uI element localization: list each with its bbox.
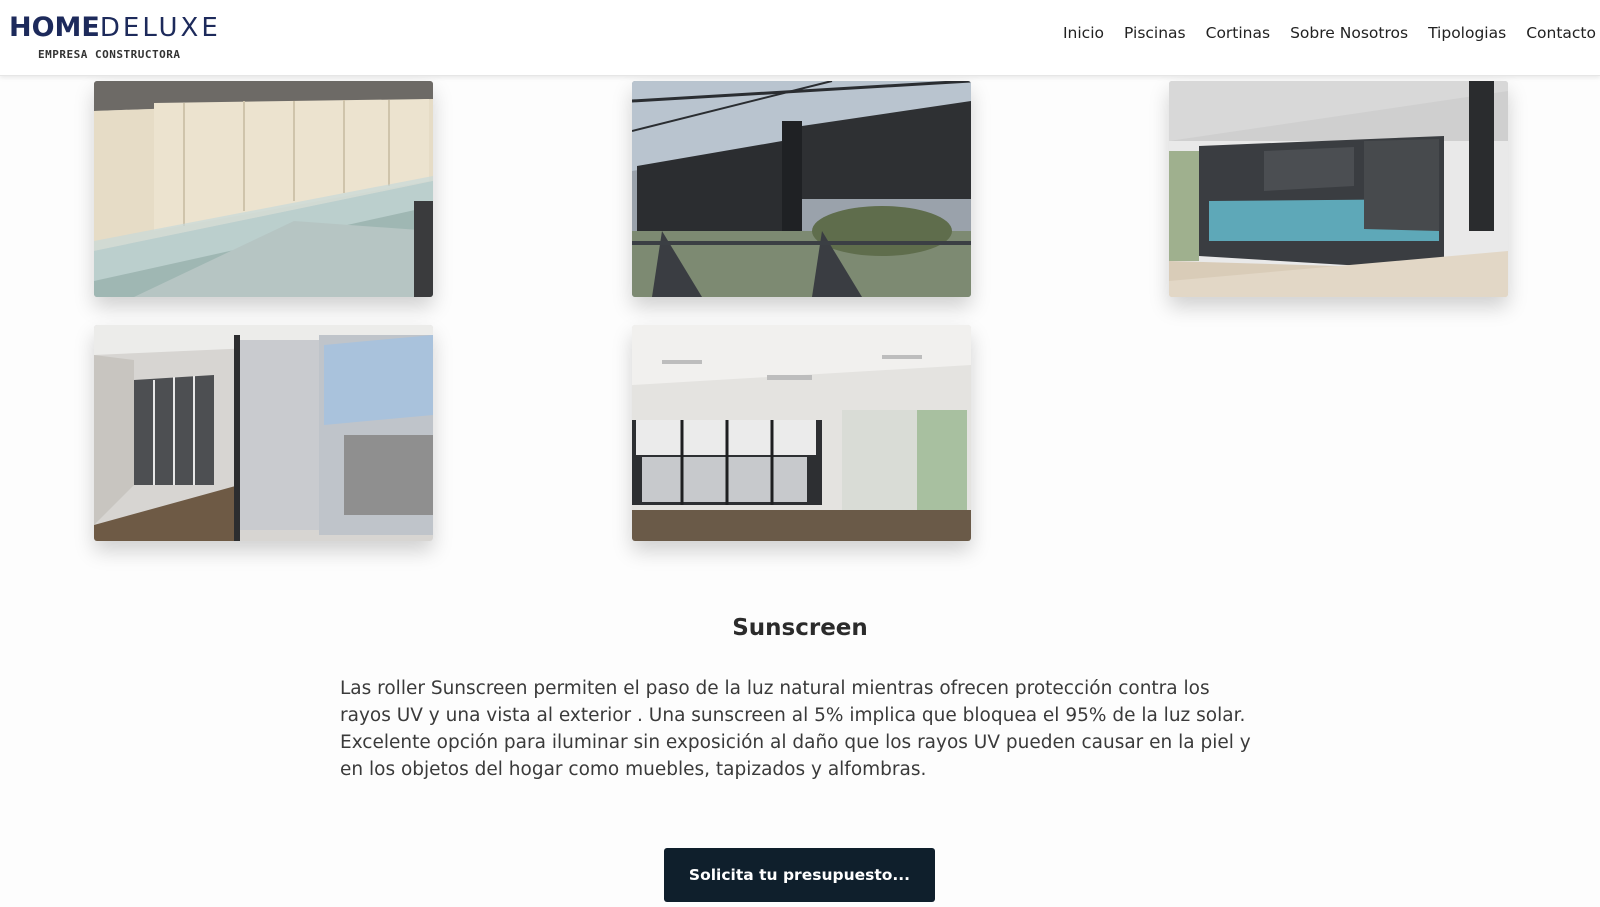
site-header: HOMEDELUXE EMPRESA CONSTRUCTORA Inicio P…: [0, 0, 1600, 76]
gallery-photo-5[interactable]: [632, 325, 971, 541]
logo-home-text: HOME: [9, 12, 100, 43]
nav-item-cortinas[interactable]: Cortinas: [1206, 24, 1270, 42]
nav-item-tipologias[interactable]: Tipologias: [1428, 24, 1506, 42]
main-nav: Inicio Piscinas Cortinas Sobre Nosotros …: [1063, 24, 1596, 42]
photo-window-blinds: [632, 325, 971, 541]
section-description: Las roller Sunscreen permiten el paso de…: [340, 678, 1251, 780]
gallery-photo-4[interactable]: [94, 325, 433, 541]
photo-room-blinds: [94, 325, 433, 541]
nav-item-inicio[interactable]: Inicio: [1063, 24, 1104, 42]
brand-logo[interactable]: HOMEDELUXE EMPRESA CONSTRUCTORA: [9, 12, 218, 64]
nav-item-piscinas[interactable]: Piscinas: [1124, 24, 1186, 42]
gallery-photo-2[interactable]: [632, 81, 971, 297]
gallery-photo-1[interactable]: [94, 81, 433, 297]
nav-item-sobre-nosotros[interactable]: Sobre Nosotros: [1290, 24, 1408, 42]
nav-item-contacto[interactable]: Contacto: [1526, 24, 1596, 42]
section-title: Sunscreen: [732, 615, 868, 641]
request-quote-button[interactable]: Solicita tu presupuesto...: [664, 848, 935, 902]
photo-beige-blinds: [94, 81, 433, 297]
logo-tagline: EMPRESA CONSTRUCTORA: [38, 48, 181, 61]
gallery-photo-3[interactable]: [1169, 81, 1508, 297]
photo-terrace-blinds: [632, 81, 971, 297]
logo-wordmark: HOMEDELUXE: [9, 12, 221, 44]
photo-pool-blinds: [1169, 81, 1508, 297]
logo-deluxe-text: DELUXE: [99, 13, 221, 43]
